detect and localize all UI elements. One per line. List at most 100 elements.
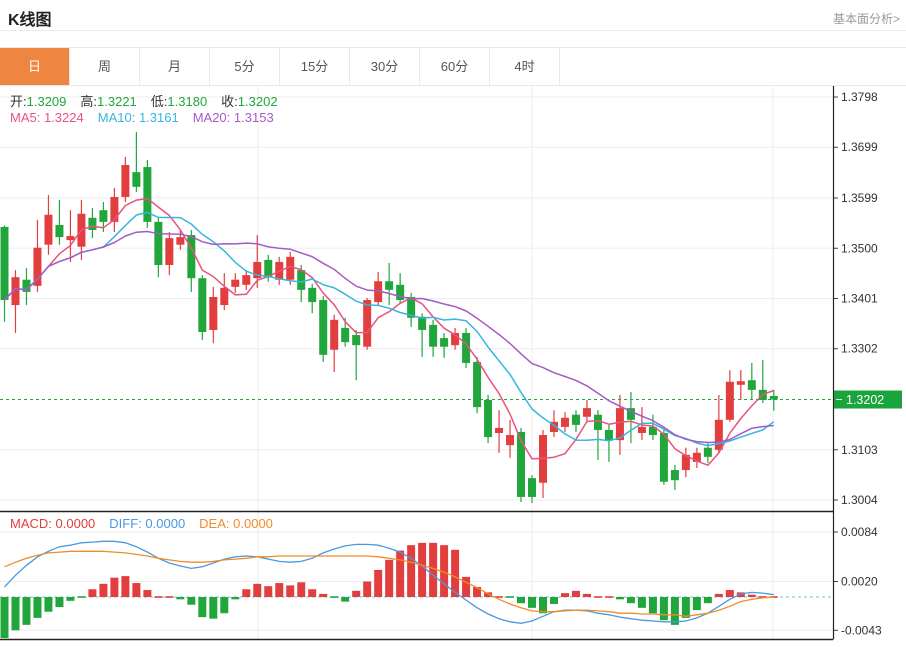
candle-body [220,288,228,305]
tab-15分[interactable]: 15分 [280,48,350,85]
macd-hist-bar [638,597,646,608]
macd-hist-bar [275,583,283,597]
price-axis-label: 1.3302 [841,342,878,356]
price-axis-label: 1.3401 [841,292,878,306]
candle-body [341,328,349,342]
candle-body [110,197,118,222]
tab-4时[interactable]: 4时 [490,48,560,85]
candle-body [638,427,646,433]
candle-body [561,418,569,427]
macd-hist-bar [11,597,19,630]
macd-hist-bar [550,597,558,604]
interval-tabbar: 日周月5分15分30分60分4时 [0,47,906,86]
macd-hist-bar [473,587,481,597]
tab-周[interactable]: 周 [70,48,140,85]
macd-hist-bar [726,590,734,597]
candle-body [66,236,74,240]
candle-body [154,222,162,265]
candle-body [671,470,679,480]
macd-hist-bar [517,597,525,603]
tab-60分[interactable]: 60分 [420,48,490,85]
candle-body [704,448,712,457]
macd-hist-bar [616,597,624,599]
macd-hist-bar [231,597,239,599]
macd-hist-bar [22,597,30,625]
candle-body [231,280,239,287]
candle-body [297,270,305,290]
candle-body [572,415,580,425]
candle-body [176,237,184,245]
candle-body [440,338,448,347]
macd-hist-bar [319,594,327,597]
candle-body [319,300,327,355]
candle-body [594,415,602,430]
candle-body [605,430,613,440]
candle-body [737,381,745,385]
candle-body [484,400,492,437]
candle-body [209,297,217,330]
candle-body [363,300,371,347]
candle-body [715,420,723,450]
macd-hist-bar [561,593,569,597]
candle-body [187,235,195,278]
chart-canvas[interactable]: 1.37981.36991.35991.35001.34011.33021.31… [0,86,906,647]
macd-hist-bar [242,589,250,597]
macd-hist-bar [33,597,41,618]
price-axis-label: 1.3798 [841,90,878,104]
macd-hist-bar [396,551,404,597]
ma10-line [5,212,774,445]
macd-hist-bar [539,597,547,613]
macd-hist-bar [286,585,294,597]
price-axis-label: 1.3699 [841,140,878,154]
macd-hist-bar [66,597,74,601]
macd-hist-bar [154,596,162,598]
candle-body [99,210,107,222]
candle-body [495,428,503,433]
macd-hist-bar [374,570,382,597]
macd-axis-label: -0.0043 [841,623,882,637]
macd-hist-bar [88,589,96,597]
candle-body [55,225,63,237]
candle-body [770,396,778,400]
macd-hist-bar [132,583,140,597]
macd-hist-bar [341,597,349,602]
tab-30分[interactable]: 30分 [350,48,420,85]
candle-body [308,288,316,302]
macd-hist-bar [330,596,338,598]
macd-hist-bar [1,597,9,638]
current-price-label: 1.3202 [846,393,884,407]
header-divider [0,30,906,31]
candle-body [242,275,250,285]
macd-hist-bar [198,597,206,617]
tab-月[interactable]: 月 [140,48,210,85]
macd-hist-bar [715,594,723,597]
macd-hist-bar [352,591,360,597]
price-axis-label: 1.3500 [841,241,878,255]
candle-body [121,165,129,197]
macd-hist-bar [506,596,514,598]
macd-hist-bar [77,596,85,598]
macd-hist-bar [627,597,635,603]
macd-hist-bar [594,596,602,598]
macd-hist-bar [220,597,228,613]
macd-hist-bar [407,545,415,597]
macd-hist-bar [121,576,129,597]
macd-hist-bar [583,594,591,597]
tab-5分[interactable]: 5分 [210,48,280,85]
fundamental-analysis-link[interactable]: 基本面分析> [833,10,900,27]
tab-日[interactable]: 日 [0,48,70,85]
candle-body [660,433,668,482]
candle-body [44,215,52,245]
macd-hist-bar [143,590,151,597]
macd-hist-bar [187,597,195,605]
macd-hist-bar [605,596,613,598]
price-axis-label: 1.3103 [841,443,878,457]
macd-hist-bar [682,597,690,618]
macd-hist-bar [748,595,756,597]
page-title: K线图 [8,6,52,30]
candle-body [88,218,96,230]
candle-body [165,238,173,265]
candle-body [506,435,514,445]
macd-hist-bar [649,597,657,613]
macd-hist-bar [528,597,536,608]
